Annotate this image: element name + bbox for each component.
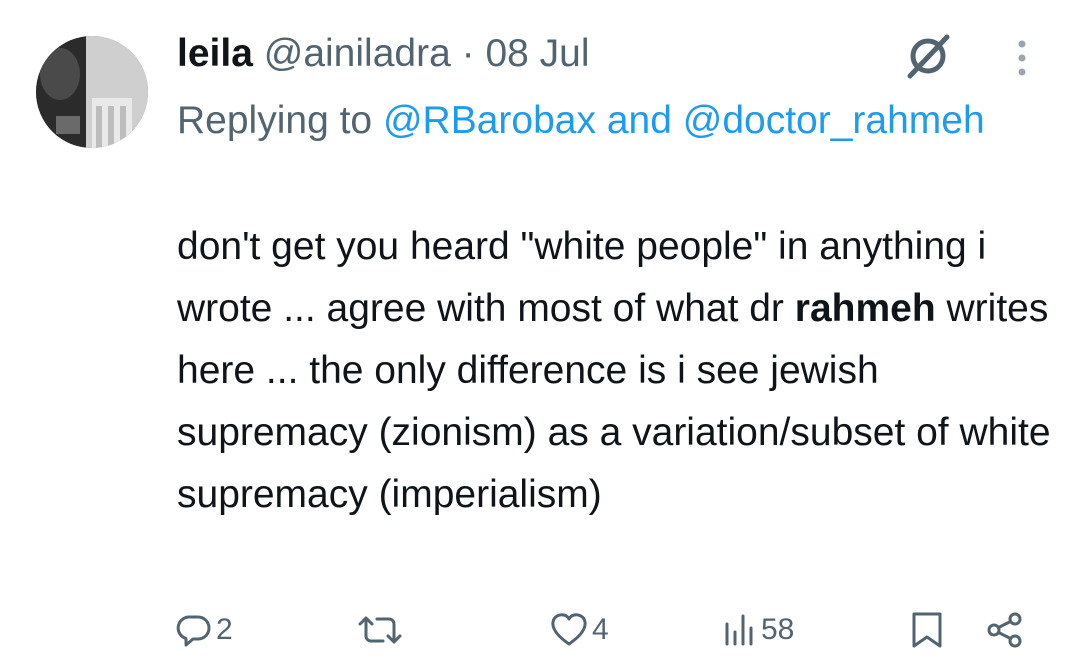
reply-count: 2 xyxy=(216,613,233,646)
share-icon xyxy=(985,611,1025,649)
bookmark-button[interactable] xyxy=(910,600,944,660)
mention-rbarobax[interactable]: @RBarobax xyxy=(383,99,596,142)
heart-icon xyxy=(550,612,588,648)
mention-doctor-rahmeh[interactable]: @doctor_rahmeh xyxy=(683,99,985,142)
separator-dot: · xyxy=(461,32,475,75)
reply-bubble-icon xyxy=(176,612,212,648)
grok-icon[interactable] xyxy=(903,31,953,81)
replying-to-label: Replying to xyxy=(177,99,373,142)
user-handle[interactable]: @ainiladra xyxy=(264,32,451,75)
replying-to: Replying to @RBarobax and @doctor_rahmeh xyxy=(177,90,1037,152)
tweet-text: don't get you heard "white people" in an… xyxy=(177,216,1057,526)
avatar[interactable] xyxy=(36,36,148,148)
like-button[interactable]: 4 xyxy=(550,600,609,660)
tweet-header: leila @ainiladra · 08 Jul xyxy=(177,28,590,80)
retweet-button[interactable] xyxy=(357,600,407,660)
retweet-icon xyxy=(357,612,403,648)
display-name[interactable]: leila xyxy=(177,32,253,75)
like-count: 4 xyxy=(592,613,609,646)
more-vertical-icon[interactable] xyxy=(1008,38,1036,78)
reply-button[interactable]: 2 xyxy=(176,600,233,660)
share-button[interactable] xyxy=(985,600,1025,660)
action-bar: 2 4 58 xyxy=(0,600,1080,660)
tweet-date[interactable]: 08 Jul xyxy=(485,32,589,75)
tweet-text-highlight: rahmeh xyxy=(794,287,936,330)
views-button[interactable]: 58 xyxy=(723,600,794,660)
views-count: 58 xyxy=(761,613,795,646)
views-chart-icon xyxy=(723,612,757,648)
bookmark-icon xyxy=(910,611,944,649)
replying-and: and xyxy=(606,99,672,142)
